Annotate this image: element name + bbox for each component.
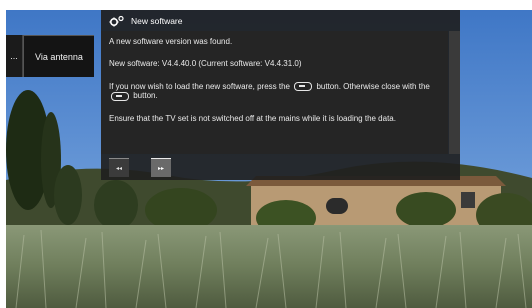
- source-item-antenna[interactable]: Via antenna: [23, 35, 94, 77]
- back-key-icon: [111, 91, 129, 101]
- source-more-button[interactable]: ...: [6, 35, 23, 77]
- instruction-text: If you now wish to load the new software…: [109, 82, 441, 101]
- version-line: New software: V4.4.40.0 (Current softwar…: [109, 59, 302, 69]
- dialog-scrollbar[interactable]: [449, 31, 460, 154]
- dialog-title: New software: [131, 15, 183, 26]
- rewind-button[interactable]: ◂◂: [109, 158, 129, 177]
- instruction-part-2: button. Otherwise close with the: [316, 81, 430, 91]
- dialog-header: New software: [101, 10, 460, 31]
- gear-icon: [109, 15, 124, 27]
- dialog-message: A new software version was found. New so…: [101, 31, 448, 154]
- fast-forward-button[interactable]: ▸▸: [151, 158, 171, 177]
- message-found: A new software version was found.: [109, 37, 233, 46]
- new-software-dialog: New software A new software version was …: [101, 10, 460, 180]
- play-key-icon: [294, 82, 313, 92]
- warning-text: Ensure that the TV set is not switched o…: [109, 113, 396, 123]
- instruction-part-3: button.: [133, 91, 158, 101]
- source-bar: ... Via antenna: [6, 35, 94, 77]
- tv-screen: ... Via antenna New software A new softw…: [6, 10, 532, 308]
- instruction-part-1: If you now wish to load the new software…: [109, 81, 290, 91]
- dialog-nav-buttons: ◂◂ ▸▸: [109, 158, 193, 177]
